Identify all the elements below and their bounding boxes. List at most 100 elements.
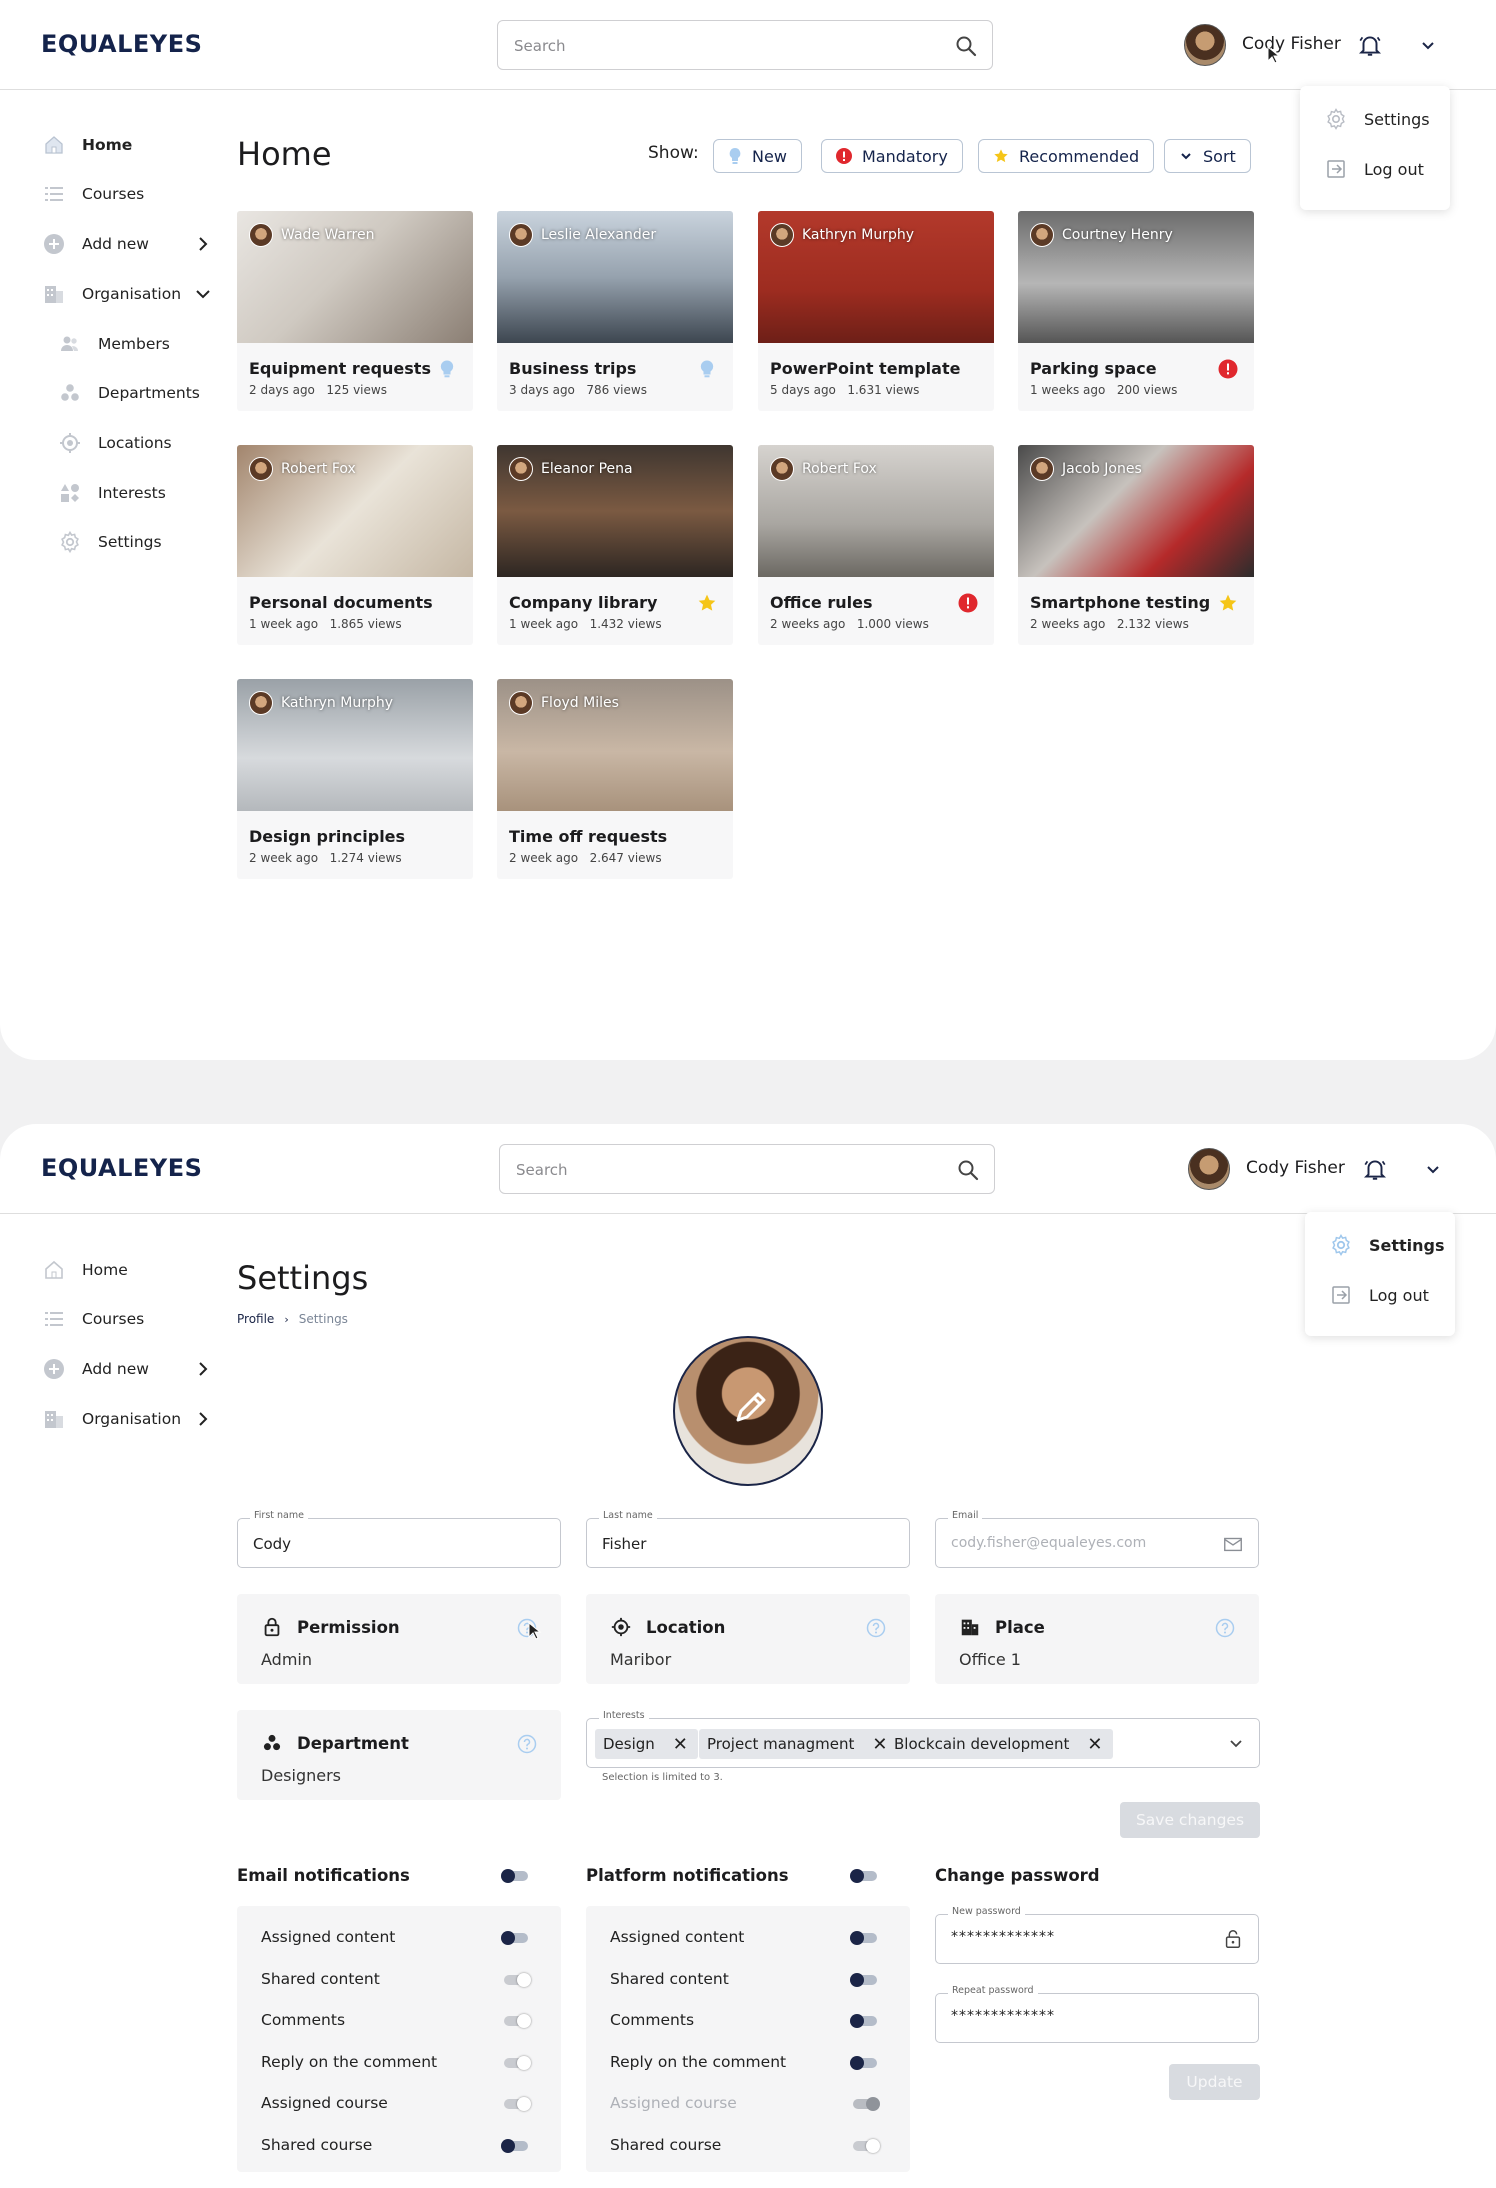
content-card[interactable]: Robert Fox Office rules 2 weeks ago 1.000 … bbox=[758, 445, 994, 645]
notification-toggle[interactable] bbox=[501, 2097, 531, 2111]
last-name-field[interactable]: Last name Fisher bbox=[586, 1510, 910, 1568]
search-icon[interactable] bbox=[954, 34, 978, 58]
user-name[interactable]: Cody Fisher bbox=[1242, 34, 1341, 54]
sidebar-item-home[interactable]: Home bbox=[42, 1256, 128, 1284]
content-card[interactable]: Eleanor Pena Company library 1 week ago 1.… bbox=[497, 445, 733, 645]
notification-toggle[interactable] bbox=[850, 2138, 880, 2153]
save-changes-button[interactable]: Save changes bbox=[1120, 1802, 1260, 1838]
content-card[interactable]: Wade Warren Equipment requests 2 days ago … bbox=[237, 211, 473, 411]
filter-recommended-chip[interactable]: Recommended bbox=[978, 139, 1155, 173]
search-input[interactable]: Search bbox=[497, 20, 993, 70]
sidebar-item-label: Organisation bbox=[82, 1410, 182, 1428]
star-icon bbox=[1218, 593, 1238, 613]
menu-settings[interactable]: Settings bbox=[1329, 1232, 1445, 1258]
card-author-name: Leslie Alexander bbox=[541, 227, 657, 243]
sidebar-item-departments[interactable]: Departments bbox=[58, 379, 200, 407]
new-password-field[interactable]: New password ************* bbox=[935, 1906, 1259, 1964]
sidebar-item-home[interactable]: Home bbox=[42, 131, 132, 159]
content-card[interactable]: Robert Fox Personal documents 1 week ago 1… bbox=[237, 445, 473, 645]
app-logo[interactable]: EQUALEYES bbox=[41, 1154, 202, 1182]
user-avatar[interactable] bbox=[1184, 24, 1226, 66]
remove-tag-icon[interactable]: ✕ bbox=[673, 1734, 688, 1755]
user-name[interactable]: Cody Fisher bbox=[1246, 1158, 1345, 1178]
user-avatar[interactable] bbox=[1188, 1148, 1230, 1190]
card-author-name: Wade Warren bbox=[281, 227, 375, 243]
help-circle-icon[interactable] bbox=[517, 1734, 537, 1754]
help-circle-icon[interactable] bbox=[866, 1618, 886, 1638]
user-menu: Settings Log out bbox=[1300, 86, 1450, 210]
menu-logout[interactable]: Log out bbox=[1324, 156, 1424, 182]
logout-icon bbox=[1327, 160, 1345, 178]
app-logo[interactable]: EQUALEYES bbox=[41, 30, 202, 58]
notification-toggle[interactable] bbox=[501, 2055, 531, 2070]
chevron-down-icon[interactable] bbox=[1423, 1160, 1443, 1180]
sidebar-item-interests[interactable]: Interests bbox=[58, 479, 166, 507]
gear-icon bbox=[1327, 108, 1345, 130]
remove-tag-icon[interactable]: ✕ bbox=[1087, 1734, 1102, 1755]
search-icon[interactable] bbox=[956, 1158, 980, 1182]
pencil-edit-icon[interactable] bbox=[730, 1388, 770, 1428]
breadcrumb-profile[interactable]: Profile bbox=[237, 1312, 274, 1326]
building-icon bbox=[45, 1411, 63, 1428]
profile-photo[interactable] bbox=[673, 1336, 823, 1486]
chevron-down-icon bbox=[1181, 153, 1191, 160]
home-screen: EQUALEYES Search Cody Fisher Settings Lo… bbox=[0, 0, 1496, 1060]
content-card[interactable]: Leslie Alexander Business trips 3 days ago… bbox=[497, 211, 733, 411]
location-title: Location bbox=[646, 1618, 726, 1637]
chevron-down-icon[interactable] bbox=[1227, 1735, 1245, 1753]
notification-toggle[interactable] bbox=[501, 2014, 531, 2028]
repeat-password-field[interactable]: Repeat password ************* bbox=[935, 1985, 1259, 2043]
sidebar-item-locations[interactable]: Locations bbox=[58, 429, 172, 457]
notification-toggle[interactable] bbox=[850, 1972, 880, 1987]
card-views: 2.132 views bbox=[1116, 617, 1189, 631]
content-card[interactable]: Jacob Jones Smartphone testing 2 weeks ago… bbox=[1018, 445, 1254, 645]
lightbulb-icon bbox=[697, 359, 717, 379]
notification-toggle[interactable] bbox=[501, 1931, 531, 1945]
content-card[interactable]: Courtney Henry Parking space 1 weeks ago 2… bbox=[1018, 211, 1254, 411]
notification-toggle[interactable] bbox=[850, 2097, 880, 2111]
card-views: 125 views bbox=[326, 383, 387, 397]
sidebar-item-members[interactable]: Members bbox=[58, 330, 170, 358]
notification-toggle[interactable] bbox=[850, 2014, 880, 2028]
location-card: Location Maribor bbox=[586, 1594, 910, 1684]
filter-mandatory-chip[interactable]: Mandatory bbox=[821, 139, 963, 173]
email-notifications-master-toggle[interactable] bbox=[501, 1869, 531, 1883]
sidebar-item-organisation[interactable]: Organisation bbox=[42, 280, 181, 308]
first-name-field[interactable]: First name Cody bbox=[237, 1510, 561, 1568]
sidebar-item-add-new[interactable]: Add new bbox=[42, 1355, 149, 1383]
sidebar-item-add-new[interactable]: Add new bbox=[42, 230, 149, 258]
filter-new-chip[interactable]: New bbox=[713, 139, 802, 173]
sidebar-item-settings[interactable]: Settings bbox=[58, 528, 162, 556]
help-circle-icon[interactable] bbox=[1215, 1618, 1235, 1638]
chevron-down-icon[interactable] bbox=[194, 285, 212, 303]
card-meta: 2 week ago 1.274 views bbox=[249, 851, 402, 865]
platform-notifications-master-toggle[interactable] bbox=[850, 1869, 880, 1883]
notification-toggle[interactable] bbox=[501, 2138, 531, 2153]
sort-button[interactable]: Sort bbox=[1164, 139, 1251, 173]
content-card[interactable]: Kathryn Murphy PowerPoint template 5 days … bbox=[758, 211, 994, 411]
lock-icon[interactable] bbox=[1222, 1928, 1244, 1950]
card-author: Eleanor Pena bbox=[509, 457, 633, 481]
sidebar-item-courses[interactable]: Courses bbox=[42, 1305, 144, 1333]
chevron-down-icon[interactable] bbox=[1418, 36, 1438, 56]
sidebar-item-organisation[interactable]: Organisation bbox=[42, 1405, 181, 1433]
email-field[interactable]: Email cody.fisher@equaleyes.com bbox=[935, 1510, 1259, 1568]
search-input[interactable]: Search bbox=[499, 1144, 995, 1194]
notification-toggle[interactable] bbox=[501, 1972, 531, 1987]
interests-select[interactable]: Interests Design ✕ Project managment ✕ B… bbox=[586, 1710, 1260, 1768]
chevron-right-icon[interactable] bbox=[194, 1410, 212, 1428]
chevron-right-icon[interactable] bbox=[194, 235, 212, 253]
bell-icon[interactable] bbox=[1362, 1156, 1388, 1182]
sidebar-item-courses[interactable]: Courses bbox=[42, 180, 144, 208]
change-password-title: Change password bbox=[935, 1866, 1100, 1885]
update-password-button[interactable]: Update bbox=[1169, 2064, 1260, 2100]
notification-toggle[interactable] bbox=[850, 1931, 880, 1945]
bell-icon[interactable] bbox=[1357, 32, 1383, 58]
chevron-right-icon[interactable] bbox=[194, 1360, 212, 1378]
content-card[interactable]: Floyd Miles Time off requests 2 week ago 2… bbox=[497, 679, 733, 879]
content-card[interactable]: Kathryn Murphy Design principles 2 week ag… bbox=[237, 679, 473, 879]
menu-settings[interactable]: Settings bbox=[1324, 106, 1430, 132]
menu-logout[interactable]: Log out bbox=[1329, 1282, 1429, 1308]
notification-toggle[interactable] bbox=[850, 2055, 880, 2070]
page-title: Settings bbox=[237, 1259, 369, 1297]
